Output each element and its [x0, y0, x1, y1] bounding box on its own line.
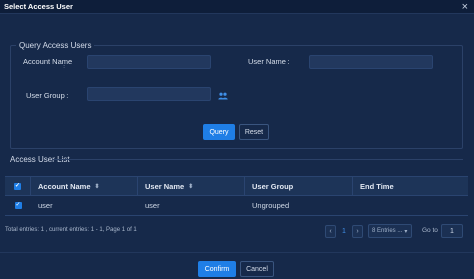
select-all-checkbox[interactable]: ✓ [14, 182, 21, 190]
dialog-title: Select Access User [4, 2, 73, 11]
row-select-cell: ✓ [5, 196, 31, 215]
confirm-button[interactable]: Confirm [198, 261, 236, 277]
account-name-label: Account Name [23, 57, 73, 66]
column-user-group: User Group [245, 177, 353, 195]
goto-label: Go to [422, 227, 438, 234]
cell-end-time [353, 196, 468, 215]
reset-button[interactable]: Reset [239, 124, 269, 140]
column-user-name[interactable]: User Name ⬍ [138, 177, 245, 195]
user-group-icon[interactable] [218, 92, 228, 100]
user-group-input[interactable] [87, 87, 211, 101]
column-end-time: End Time [360, 181, 394, 191]
table-header: ✓ Account Name ⬍ User Name ⬍ User Group En… [5, 176, 468, 196]
sort-icon[interactable]: ⬍ [188, 183, 193, 190]
entries-per-page-select[interactable]: 8 Entries ... ▾ [368, 224, 412, 238]
query-legend: Query Access Users [19, 41, 92, 50]
table-row[interactable]: ✓ user user Ungrouped [5, 196, 468, 216]
cell-account-name: user [38, 201, 53, 210]
section-divider [52, 159, 463, 160]
goto-page-input[interactable]: 1 [441, 224, 463, 238]
column-account-name[interactable]: Account Name ⬍ [31, 177, 138, 195]
pagination-summary: Total entries: 1 , current entries: 1 - … [5, 227, 137, 233]
account-name-colon: : [62, 64, 65, 70]
account-name-input[interactable] [87, 55, 211, 69]
footer-divider [0, 252, 474, 253]
cancel-button[interactable]: Cancel [240, 261, 274, 277]
chevron-down-icon: ▾ [404, 228, 408, 235]
current-page[interactable]: 1 [339, 225, 349, 238]
user-group-label: User Group : [26, 91, 69, 100]
close-icon[interactable]: × [462, 0, 468, 14]
cell-user-name: user [145, 201, 160, 210]
user-name-input[interactable] [309, 55, 433, 69]
cell-user-group: Ungrouped [252, 201, 290, 210]
select-all-cell: ✓ [5, 177, 31, 195]
row-checkbox[interactable]: ✓ [14, 202, 22, 209]
query-button[interactable]: Query [203, 124, 235, 140]
next-page-button[interactable]: › [352, 225, 363, 238]
sort-icon[interactable]: ⬍ [95, 183, 100, 190]
user-name-label: User Name : [248, 57, 290, 66]
access-user-table: ✓ Account Name ⬍ User Name ⬍ User Group En… [5, 176, 468, 216]
prev-page-button[interactable]: ‹ [325, 225, 336, 238]
dialog-titlebar: Select Access User × [0, 0, 474, 14]
